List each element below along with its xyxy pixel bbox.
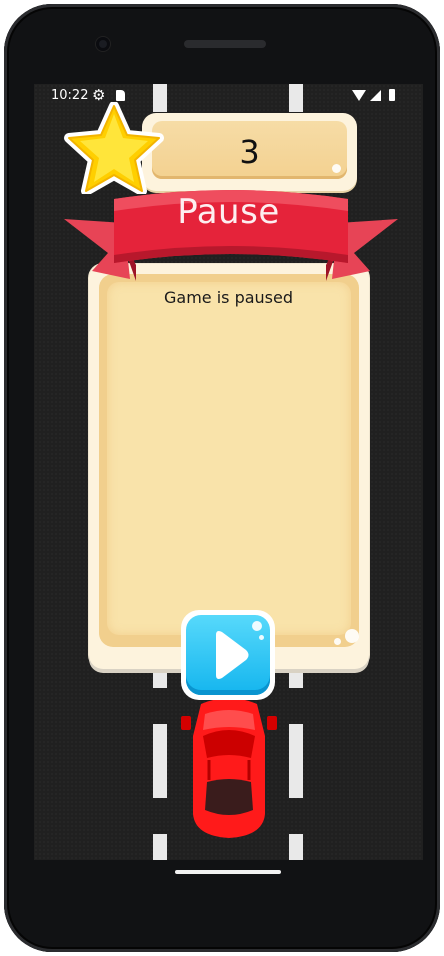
bubble-decoration bbox=[334, 638, 341, 645]
bubble-decoration bbox=[259, 635, 264, 640]
pause-panel bbox=[89, 264, 369, 669]
home-indicator[interactable] bbox=[175, 870, 281, 874]
car-icon bbox=[181, 698, 277, 838]
signal-icon bbox=[370, 90, 381, 101]
panel-body bbox=[107, 282, 351, 635]
camera-icon bbox=[96, 37, 110, 51]
paused-message: Game is paused bbox=[163, 288, 294, 307]
lane-line bbox=[289, 834, 303, 860]
lane-line bbox=[289, 724, 303, 798]
lane-line bbox=[153, 666, 167, 688]
bubble-decoration bbox=[345, 629, 359, 643]
score-value: 3 bbox=[239, 133, 260, 171]
pause-title: Pause bbox=[177, 192, 280, 232]
resume-play-button[interactable] bbox=[181, 610, 275, 700]
bubble-decoration bbox=[332, 164, 341, 173]
wifi-icon bbox=[352, 90, 366, 101]
speaker-grille bbox=[184, 40, 266, 48]
play-button-face bbox=[186, 615, 270, 695]
lane-line bbox=[153, 834, 167, 860]
phone-frame: 10:22 ⚙ 3 Pause Game is paused bbox=[4, 4, 440, 952]
bubble-decoration bbox=[252, 621, 262, 631]
score-box: 3 bbox=[142, 113, 357, 191]
lane-line bbox=[153, 724, 167, 798]
sd-card-icon bbox=[116, 90, 125, 101]
status-time: 10:22 bbox=[51, 88, 89, 103]
battery-icon bbox=[389, 89, 395, 101]
score-inner: 3 bbox=[152, 121, 347, 179]
game-screen: 10:22 ⚙ 3 Pause Game is paused bbox=[34, 84, 423, 860]
lane-line bbox=[289, 666, 303, 688]
panel-border bbox=[99, 274, 359, 647]
